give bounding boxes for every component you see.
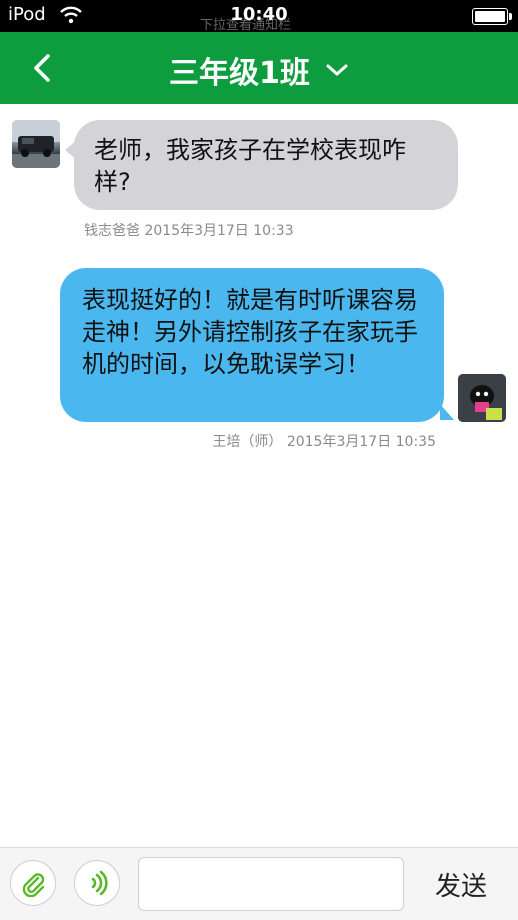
teacher-avatar[interactable]: [458, 374, 506, 422]
status-bar: iPod 下拉查看通知栏 10:40: [0, 0, 518, 33]
message-text: 老师，我家孩子在学校表现咋样?: [94, 136, 406, 196]
send-button[interactable]: 发送: [418, 866, 504, 903]
page-title: 三年级1班: [169, 56, 310, 91]
voice-button[interactable]: [74, 860, 120, 906]
car-photo-icon: [12, 120, 60, 168]
status-time: 10:40: [230, 4, 288, 25]
message-text: 表现挺好的！就是有时听课容易走神！另外请控制孩子在家玩手机的时间，以免耽误学习！: [82, 286, 418, 378]
paperclip-icon: [22, 873, 45, 897]
message-meta: 钱志爸爸 2015年3月17日 10:33: [84, 223, 294, 239]
message-input[interactable]: [138, 857, 404, 911]
parent-avatar[interactable]: [12, 120, 60, 168]
toy-photo-icon: [458, 374, 506, 422]
voice-icon: [91, 870, 108, 896]
chevron-down-icon: [326, 64, 348, 76]
nav-bar: 三年级1班: [0, 32, 518, 104]
attach-button[interactable]: [10, 860, 56, 906]
incoming-message-bubble[interactable]: 老师，我家孩子在学校表现咋样?: [65, 120, 458, 210]
composer-bar: 发送: [0, 847, 518, 920]
battery-icon: [472, 8, 512, 25]
message-meta: 王培（师） 2015年3月17日 10:35: [212, 434, 436, 450]
outgoing-message-bubble[interactable]: 表现挺好的！就是有时听课容易走神！另外请控制孩子在家玩手机的时间，以免耽误学习！: [60, 268, 454, 422]
class-selector[interactable]: 三年级1班: [0, 48, 518, 92]
